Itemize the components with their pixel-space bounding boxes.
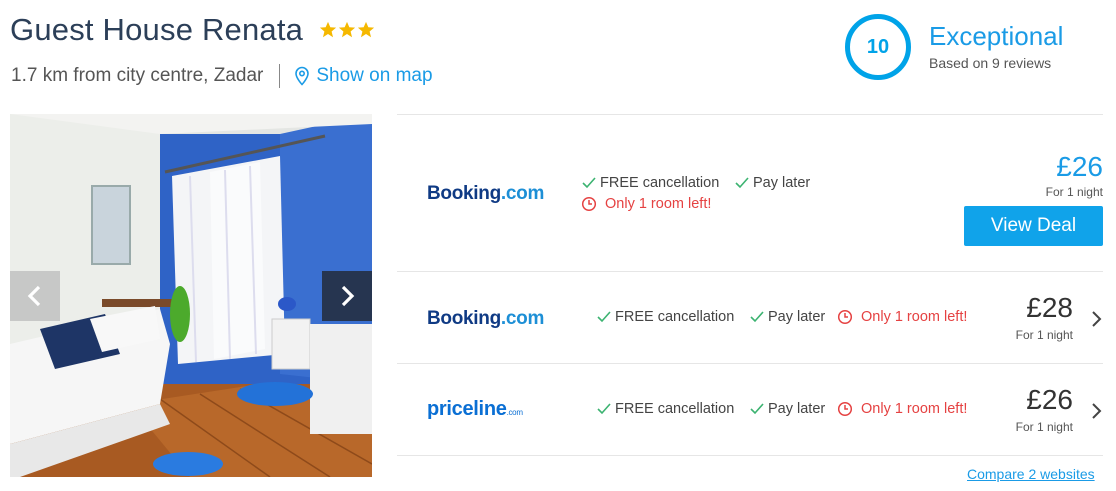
view-deal-button[interactable]: View Deal (964, 206, 1103, 246)
divider (279, 64, 281, 88)
clock-icon (837, 309, 853, 325)
free-cancellation-feature: FREE cancellation (596, 309, 734, 325)
provider-logo-booking: Booking.com (427, 183, 545, 204)
price-period: For 1 night (1045, 185, 1103, 199)
check-icon (582, 177, 596, 189)
chevron-right-icon (341, 285, 355, 307)
deal-price: £26 (1056, 151, 1103, 182)
distance-text: 1.7 km from city centre, Zadar (11, 65, 264, 86)
free-cancellation-feature: FREE cancellation (581, 175, 719, 191)
deals-list: Booking.com FREE cancellation Pay later … (397, 114, 1103, 456)
review-rating[interactable]: 10 Exceptional Based on 9 reviews (845, 14, 1063, 80)
check-icon (597, 403, 611, 415)
rating-score: 10 (845, 14, 911, 80)
pay-later-feature: Pay later (734, 175, 810, 191)
pay-later-feature: Pay later (749, 401, 825, 417)
pay-later-feature: Pay later (749, 309, 825, 325)
availability-warning: Only 1 room left! (837, 309, 967, 325)
star-icon (320, 21, 337, 38)
hotel-location: 1.7 km from city centre, Zadar Show on m… (11, 64, 433, 88)
hotel-name: Guest House Renata (10, 12, 304, 47)
provider-logo-priceline: priceline.com (427, 398, 523, 420)
deal-row[interactable]: Booking.com FREE cancellation Pay later … (397, 272, 1103, 363)
chevron-left-icon (27, 285, 41, 307)
clock-icon (837, 401, 853, 417)
check-icon (750, 403, 764, 415)
deal-card-featured[interactable]: Booking.com FREE cancellation Pay later … (397, 115, 1103, 271)
review-count: Based on 9 reviews (929, 54, 1052, 71)
check-icon (597, 311, 611, 323)
check-icon (735, 177, 749, 189)
check-icon (750, 311, 764, 323)
free-cancellation-feature: FREE cancellation (596, 401, 734, 417)
price-period: For 1 night (1015, 328, 1073, 342)
deal-price: £26 (1026, 384, 1073, 415)
show-on-map-link[interactable]: Show on map (294, 65, 433, 87)
show-on-map-label: Show on map (316, 65, 433, 86)
deal-price: £28 (1026, 292, 1073, 323)
photo-gallery[interactable] (10, 114, 372, 477)
star-rating (319, 21, 375, 39)
price-period: For 1 night (1015, 420, 1073, 434)
star-icon (358, 21, 375, 38)
star-icon (339, 21, 356, 38)
room-photo (10, 114, 372, 477)
chevron-right-icon[interactable] (1089, 402, 1103, 420)
map-pin-icon (295, 66, 310, 86)
divider (397, 455, 1103, 456)
gallery-prev-button[interactable] (10, 271, 60, 321)
gallery-next-button[interactable] (322, 271, 372, 321)
availability-warning: Only 1 room left! (581, 196, 711, 212)
rating-label: Exceptional (929, 21, 1064, 52)
deal-row[interactable]: priceline.com FREE cancellation Pay late… (397, 364, 1103, 455)
provider-logo-booking: Booking.com (427, 308, 545, 329)
clock-icon (581, 196, 597, 212)
availability-warning: Only 1 room left! (837, 401, 967, 417)
chevron-right-icon[interactable] (1089, 310, 1103, 328)
compare-websites-link[interactable]: Compare 2 websites (967, 466, 1095, 482)
hotel-title: Guest House Renata (10, 12, 375, 48)
